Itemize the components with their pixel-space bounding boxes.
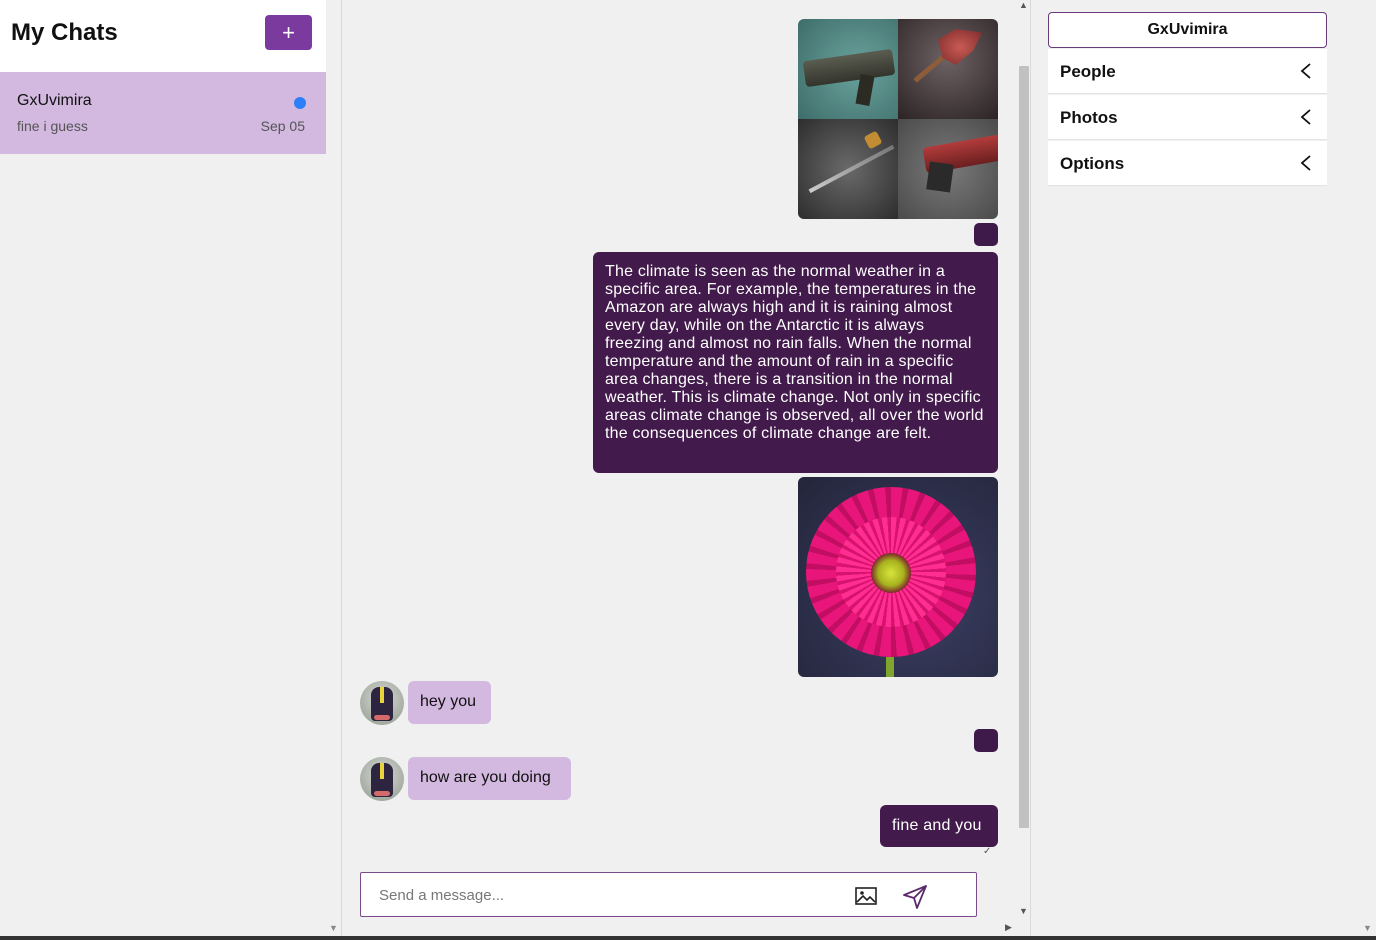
incoming-message: hey you — [408, 681, 491, 724]
chat-details-panel: GxUvimira People Photos Options ▼ — [1032, 0, 1376, 936]
scrollbar-thumb[interactable] — [1019, 66, 1029, 828]
scroll-down-arrow-icon[interactable]: ▼ — [1019, 906, 1028, 916]
scroll-right-arrow-icon[interactable]: ▶ — [1005, 922, 1012, 933]
new-chat-button[interactable]: + — [265, 15, 312, 50]
conversation-scrollbar[interactable]: ▲ ▼ — [1016, 0, 1031, 920]
section-label: Options — [1060, 154, 1125, 173]
outgoing-message: fine and you — [880, 805, 998, 847]
page-title: My Chats — [11, 19, 118, 46]
avatar — [360, 681, 404, 725]
scroll-down-arrow-icon[interactable]: ▼ — [329, 923, 338, 933]
message-composer — [360, 872, 977, 917]
incoming-message: how are you doing — [408, 757, 571, 800]
section-photos[interactable]: Photos — [1048, 95, 1327, 140]
chat-list-sidebar: My Chats + GxUvimira fine i guess Sep 05… — [0, 0, 342, 936]
contact-name[interactable]: GxUvimira — [1048, 12, 1327, 48]
section-options[interactable]: Options — [1048, 141, 1327, 186]
scroll-up-arrow-icon[interactable]: ▲ — [1019, 0, 1028, 10]
read-receipt-icon: ✓ — [983, 846, 992, 857]
chat-date: Sep 05 — [260, 118, 305, 134]
chat-name: GxUvimira — [17, 92, 92, 109]
window-bottom-edge — [0, 936, 1376, 940]
unread-indicator — [294, 97, 306, 109]
conversation-panel: The climate is seen as the normal weathe… — [343, 0, 1031, 936]
outgoing-message: The climate is seen as the normal weathe… — [593, 252, 998, 473]
image-tile — [898, 119, 998, 219]
section-people[interactable]: People — [1048, 49, 1327, 94]
scroll-down-arrow-icon[interactable]: ▼ — [1363, 923, 1372, 933]
chevron-left-icon — [1300, 155, 1311, 171]
section-label: People — [1060, 62, 1116, 81]
chevron-left-icon — [1300, 63, 1311, 79]
attach-image-icon[interactable] — [855, 887, 877, 905]
message-image-flower[interactable] — [798, 477, 998, 677]
section-label: Photos — [1060, 108, 1118, 127]
chat-list-header: My Chats + — [0, 0, 326, 72]
chevron-left-icon — [1300, 109, 1311, 125]
chat-list-item[interactable]: GxUvimira fine i guess Sep 05 — [0, 72, 326, 154]
avatar — [360, 757, 404, 801]
message-status-icon — [974, 729, 998, 752]
image-tile — [798, 119, 898, 219]
message-status-icon — [974, 223, 998, 246]
message-input[interactable] — [379, 885, 839, 905]
chat-last-message: fine i guess — [17, 118, 88, 134]
message-image-weapons[interactable] — [798, 19, 998, 219]
image-tile — [898, 19, 998, 119]
send-icon[interactable] — [902, 884, 928, 910]
image-tile — [798, 19, 898, 119]
